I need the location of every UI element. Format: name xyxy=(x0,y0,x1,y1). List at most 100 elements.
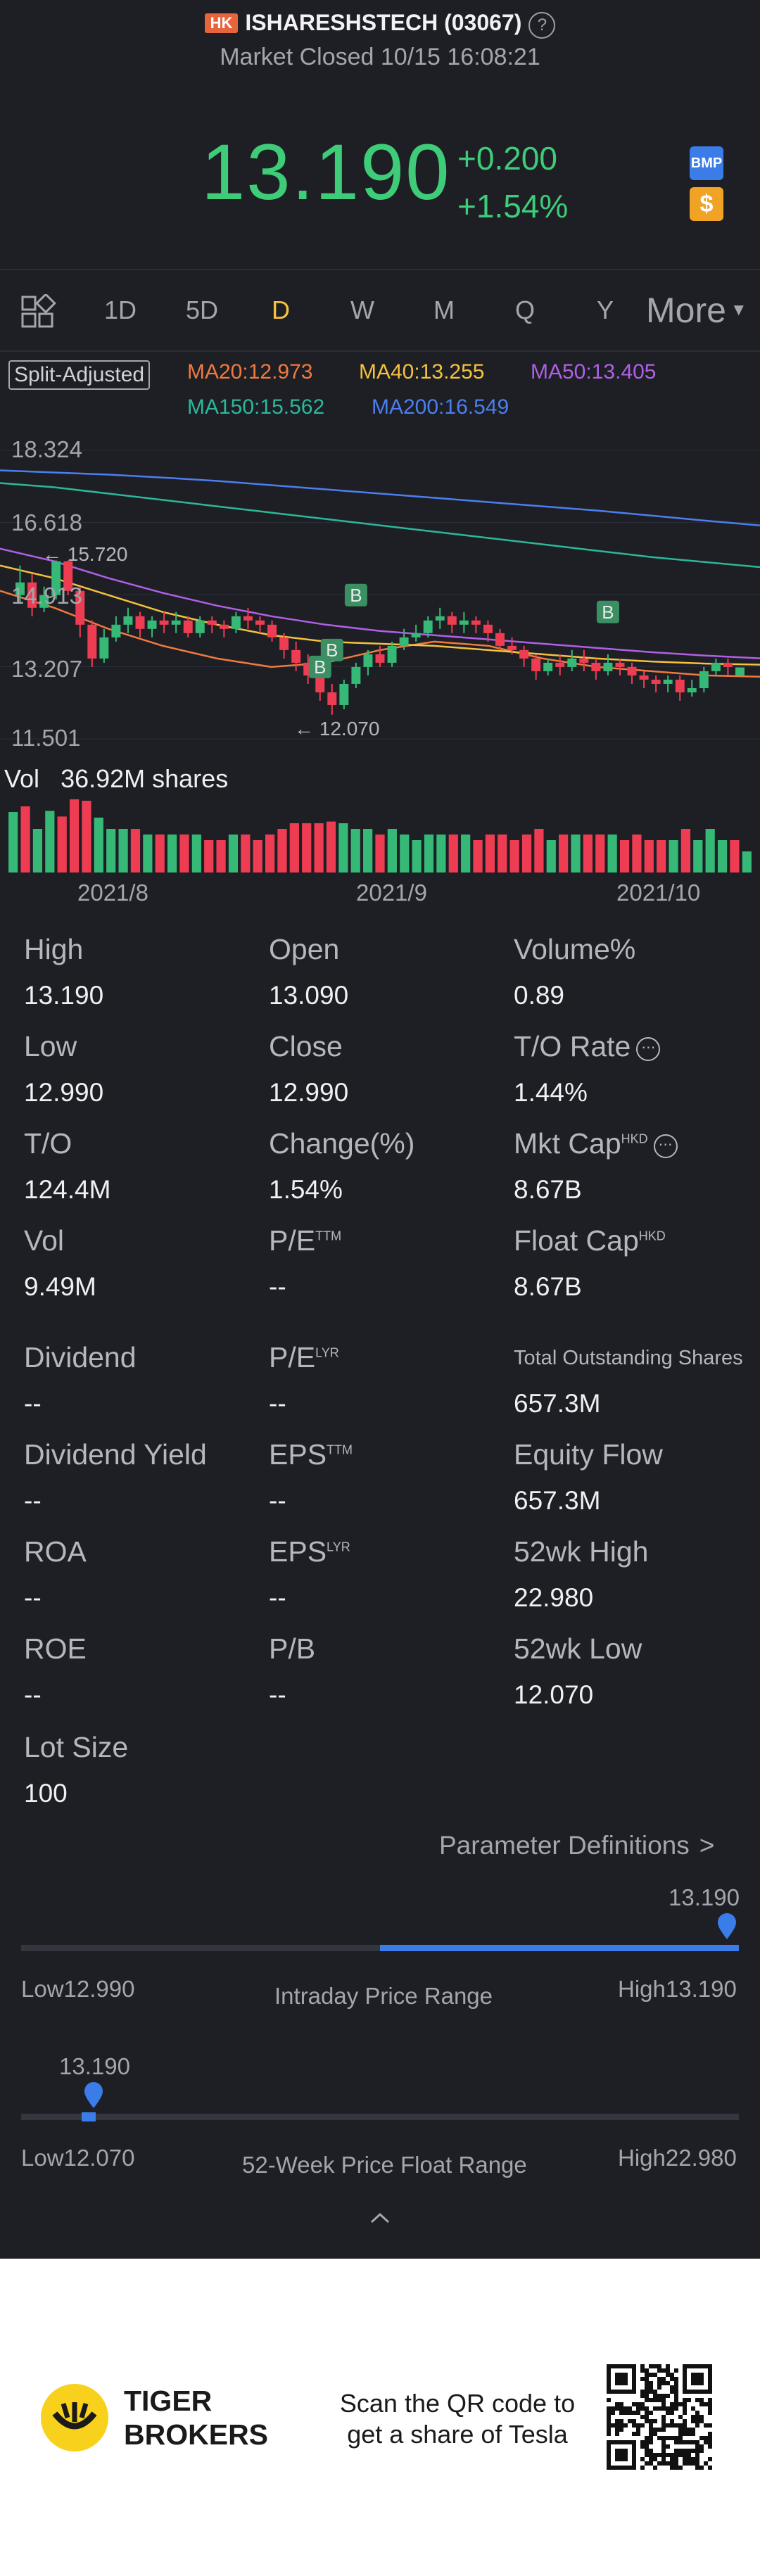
candle-body[interactable] xyxy=(603,662,613,671)
candle-body[interactable] xyxy=(651,679,661,684)
price-chart[interactable]: BBBB xyxy=(0,422,760,753)
candle-body[interactable] xyxy=(699,671,709,688)
bmp-icon[interactable]: BMP xyxy=(690,146,723,180)
dollar-icon[interactable]: $ xyxy=(690,187,723,221)
qr-module xyxy=(670,2406,674,2411)
candle-body[interactable] xyxy=(87,624,97,659)
candle-body[interactable] xyxy=(723,662,733,667)
candle-body[interactable] xyxy=(339,683,349,705)
candle-body[interactable] xyxy=(231,616,241,629)
tab-q[interactable]: Q xyxy=(515,296,535,325)
stat-value: 22.980 xyxy=(514,1583,594,1612)
qr-module xyxy=(687,2440,691,2444)
x-tick: 2021/8 xyxy=(77,880,148,906)
candle-body[interactable] xyxy=(111,624,121,637)
candle-body[interactable] xyxy=(219,624,229,629)
candle-body[interactable] xyxy=(519,649,529,659)
candle-body[interactable] xyxy=(291,649,301,663)
candle-body[interactable] xyxy=(411,633,421,637)
qr-module xyxy=(670,2466,674,2470)
tab-m[interactable]: M xyxy=(433,296,455,325)
candle-body[interactable] xyxy=(351,666,361,684)
qr-module xyxy=(683,2461,687,2466)
candle-body[interactable] xyxy=(663,679,673,684)
candle-body[interactable] xyxy=(531,658,541,671)
candle-body[interactable] xyxy=(435,616,445,621)
tab-y[interactable]: Y xyxy=(597,296,614,325)
buy-marker-label: B xyxy=(314,656,326,678)
promo-line1: Scan the QR code to xyxy=(339,2389,576,2418)
candle-body[interactable] xyxy=(483,624,493,633)
volume-label: Vol xyxy=(4,764,40,793)
candle-body[interactable] xyxy=(615,662,625,667)
buy-marker[interactable]: B xyxy=(308,655,331,678)
qr-module xyxy=(645,2377,649,2381)
candle-body[interactable] xyxy=(639,675,649,680)
candle-body[interactable] xyxy=(207,620,217,625)
candle-body[interactable] xyxy=(447,616,457,625)
help-icon[interactable]: ? xyxy=(528,12,556,39)
candle-body[interactable] xyxy=(363,654,373,667)
candle-body[interactable] xyxy=(243,616,253,621)
qr-module xyxy=(699,2436,704,2440)
tab-1d[interactable]: 1D xyxy=(104,296,137,325)
candle-body[interactable] xyxy=(387,645,397,663)
candle-body[interactable] xyxy=(579,658,589,663)
tab-5d[interactable]: 5D xyxy=(186,296,218,325)
candle-body[interactable] xyxy=(543,662,553,671)
candle-body[interactable] xyxy=(459,620,469,625)
candle-body[interactable] xyxy=(195,620,205,633)
stat-value: 12.990 xyxy=(269,1078,349,1107)
candle-body[interactable] xyxy=(627,666,637,675)
qr-module xyxy=(636,2402,640,2406)
candle-body[interactable] xyxy=(123,616,133,625)
more-dropdown[interactable]: More ▼ xyxy=(646,290,747,331)
candle-body[interactable] xyxy=(171,620,181,625)
stat-value: -- xyxy=(269,1486,286,1515)
intraday-current: 13.190 xyxy=(669,1884,740,1910)
layout-grid-icon[interactable] xyxy=(21,293,56,329)
stat-label-text: High xyxy=(24,933,84,965)
candle-body[interactable] xyxy=(147,620,157,629)
candle-body[interactable] xyxy=(735,667,745,676)
buy-marker[interactable]: B xyxy=(344,583,367,607)
candle-body[interactable] xyxy=(135,616,145,629)
parameter-definitions-link[interactable]: Parameter Definitions > xyxy=(439,1831,714,1860)
candle-body[interactable] xyxy=(567,658,577,667)
stat-label-text: 52wk Low xyxy=(514,1632,642,1665)
qr-module xyxy=(607,2406,611,2411)
chevron-up-icon[interactable] xyxy=(369,2211,391,2228)
candle-body[interactable] xyxy=(327,692,337,705)
stat-label: Mkt CapHKD ⋯ xyxy=(514,1127,678,1160)
intraday-high-value: 13.190 xyxy=(665,1976,737,2002)
candle-body[interactable] xyxy=(255,620,265,625)
candle-body[interactable] xyxy=(399,637,409,646)
candle-body[interactable] xyxy=(375,654,385,663)
info-icon[interactable]: ⋯ xyxy=(636,1037,661,1061)
candle-body[interactable] xyxy=(495,633,505,646)
candle-body[interactable] xyxy=(711,662,721,671)
candle-body[interactable] xyxy=(99,637,109,659)
candle-body[interactable] xyxy=(471,620,481,625)
candle-body[interactable] xyxy=(159,620,169,625)
candle-body[interactable] xyxy=(267,624,277,637)
qr-module xyxy=(653,2406,657,2411)
candle-body[interactable] xyxy=(507,645,517,650)
info-icon[interactable]: ⋯ xyxy=(653,1134,678,1158)
qr-module xyxy=(640,2457,645,2461)
buy-marker[interactable]: B xyxy=(596,600,619,623)
split-adjusted-toggle[interactable]: Split-Adjusted xyxy=(8,360,151,390)
candle-body[interactable] xyxy=(555,662,565,667)
stat-value: -- xyxy=(269,1272,286,1301)
candle-body[interactable] xyxy=(183,620,193,633)
tab-d[interactable]: D xyxy=(272,296,290,325)
qr-module xyxy=(683,2406,687,2411)
candle-body[interactable] xyxy=(423,620,433,633)
tab-w[interactable]: W xyxy=(350,296,374,325)
candle-body[interactable] xyxy=(279,637,289,650)
candle-body[interactable] xyxy=(687,687,697,692)
price-change-pct: +1.54% xyxy=(457,188,569,224)
candle-body[interactable] xyxy=(675,679,685,692)
candle-body[interactable] xyxy=(591,662,601,671)
qr-module xyxy=(657,2406,661,2411)
